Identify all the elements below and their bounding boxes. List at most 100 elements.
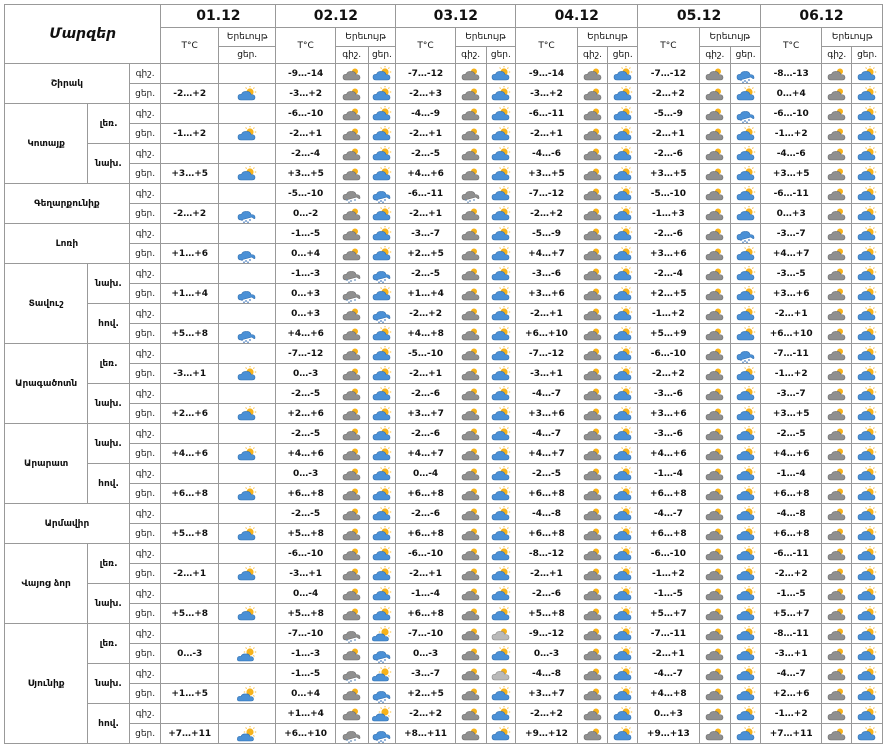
temperature-cell: -2…-5 bbox=[515, 463, 578, 484]
region-name: Սյունիք bbox=[3, 623, 89, 744]
sunny-cloud-icon bbox=[612, 66, 634, 83]
temperature-cell: -1…-5 bbox=[275, 223, 336, 244]
cloudy-icon bbox=[460, 126, 482, 143]
cloudy-icon bbox=[704, 286, 726, 303]
temperature-cell bbox=[160, 103, 219, 124]
temperature-cell: +6…+8 bbox=[759, 483, 823, 504]
temperature-cell: -3…+1 bbox=[759, 643, 823, 664]
sunny-cloud-icon bbox=[612, 626, 634, 643]
sunny-cloud-icon bbox=[371, 466, 393, 483]
temperature-cell: -7…-12 bbox=[395, 63, 456, 84]
cloudy-icon bbox=[460, 626, 482, 643]
temperature-cell bbox=[160, 223, 219, 244]
table-row: ցեր. +6…+8 +6…+8 +6…+8 +6…+8 +6…+8 +6…+8 bbox=[5, 483, 883, 504]
sunny-cloud-icon bbox=[856, 406, 878, 423]
cloudy-icon bbox=[704, 546, 726, 563]
sunny-cloud-icon bbox=[856, 126, 878, 143]
temperature-cell: +3…+5 bbox=[759, 403, 823, 424]
table-row: ցեր. +5…+8 +4…+6 +4…+8 +6…+10 +5…+9 +6…+10 bbox=[5, 323, 883, 344]
night-label: գիշ. bbox=[128, 63, 162, 84]
region-name: Գեղարքունիք bbox=[4, 183, 130, 224]
temperature-cell: -5…-10 bbox=[395, 343, 456, 364]
cloudy-icon bbox=[582, 246, 604, 263]
cloudy-icon bbox=[341, 166, 363, 183]
temperature-cell: -3…-5 bbox=[759, 263, 823, 284]
cloudy-icon bbox=[460, 66, 482, 83]
temperature-cell: 0…-3 bbox=[160, 643, 219, 664]
cloudy-icon bbox=[826, 626, 848, 643]
sunny-cloud-icon bbox=[371, 426, 393, 443]
subregion-name: հով. bbox=[87, 463, 130, 504]
temperature-cell: 0…+4 bbox=[759, 83, 823, 104]
sleet-cloud-icon bbox=[460, 186, 482, 203]
cloudy-icon bbox=[826, 486, 848, 503]
temperature-cell: +4…+8 bbox=[637, 683, 700, 704]
table-row: Արարատ նախ. գիշ. -2…-5 -2…-6 -4…-7 -3…-6 -2…-5 bbox=[3, 423, 883, 504]
temperature-cell: -2…+1 bbox=[515, 123, 578, 144]
cloudy-icon bbox=[341, 226, 363, 243]
night-label: գիշ. bbox=[128, 583, 162, 604]
temperature-cell: 0…+3 bbox=[275, 303, 336, 324]
temperature-cell: +5…+7 bbox=[637, 603, 700, 624]
temperature-cell: +3…+5 bbox=[275, 163, 336, 184]
cloudy-icon bbox=[582, 126, 604, 143]
cloudy-icon bbox=[341, 466, 363, 483]
temperature-cell: -9…-14 bbox=[275, 63, 336, 84]
sunny-cloud-icon bbox=[612, 226, 634, 243]
cloudy-icon bbox=[582, 166, 604, 183]
temperature-cell: +2…+6 bbox=[759, 683, 823, 704]
rain-cloud-icon bbox=[371, 666, 393, 683]
sunny-cloud-icon bbox=[371, 126, 393, 143]
table-row: հով. գիշ. 0…-3 0…-4 -2…-5 -1…-4 -1…-4 bbox=[5, 463, 883, 504]
temperature-cell: -2…-5 bbox=[275, 423, 336, 444]
table-row: ցեր. -2…+2 -3…+2 -2…+3 -3…+2 -2…+2 0…+4 bbox=[5, 83, 883, 104]
temperature-cell bbox=[160, 583, 219, 604]
sunny-cloud-icon bbox=[856, 306, 878, 323]
sunny-cloud-icon bbox=[236, 566, 258, 583]
sunny-cloud-icon bbox=[856, 646, 878, 663]
sunny-cloud-icon bbox=[490, 246, 512, 263]
sunny-cloud-icon bbox=[490, 526, 512, 543]
cloudy-icon bbox=[460, 606, 482, 623]
cloudy-icon bbox=[460, 426, 482, 443]
temperature-cell: 0…-2 bbox=[275, 203, 336, 224]
sunny-cloud-icon bbox=[735, 486, 757, 503]
temperature-cell: -2…+1 bbox=[160, 563, 219, 584]
sunny-cloud-icon bbox=[612, 426, 634, 443]
sunny-cloud-icon bbox=[490, 226, 512, 243]
temperature-cell: -1…+2 bbox=[160, 123, 219, 144]
cloudy-icon bbox=[341, 66, 363, 83]
temperature-cell: +3…+5 bbox=[160, 163, 219, 184]
temperature-cell: -6…-10 bbox=[275, 103, 336, 124]
temperature-cell: +1…+4 bbox=[275, 703, 336, 724]
sunny-cloud-icon bbox=[612, 286, 634, 303]
cloudy-icon bbox=[460, 86, 482, 103]
temperature-cell bbox=[160, 543, 219, 564]
temperature-cell: -7…-12 bbox=[637, 63, 700, 84]
cloudy-icon bbox=[582, 266, 604, 283]
temperature-cell: -2…-6 bbox=[637, 143, 700, 164]
sunny-cloud-icon bbox=[856, 606, 878, 623]
cloudy-icon bbox=[826, 246, 848, 263]
cloudy-icon bbox=[826, 346, 848, 363]
temperature-cell: -1…+2 bbox=[759, 703, 823, 724]
cloudy-icon bbox=[582, 546, 604, 563]
temperature-cell bbox=[160, 383, 219, 404]
sunny-cloud-icon bbox=[612, 686, 634, 703]
day-label: ցեր. bbox=[128, 483, 162, 504]
temperature-header: T°C bbox=[160, 27, 219, 64]
snow-cloud-icon bbox=[735, 106, 757, 123]
temperature-cell: +6…+8 bbox=[515, 483, 578, 504]
day-label: ցեր. bbox=[128, 283, 162, 304]
temperature-cell: -9…-14 bbox=[515, 63, 578, 84]
subregion-name: նախ. bbox=[87, 143, 130, 184]
sunny-cloud-icon bbox=[856, 166, 878, 183]
sunny-cloud-icon bbox=[856, 586, 878, 603]
temperature-cell: +1…+6 bbox=[160, 243, 219, 264]
day-label: ցեր. bbox=[128, 363, 162, 384]
sleet-cloud-icon bbox=[341, 626, 363, 643]
cloudy-icon bbox=[582, 346, 604, 363]
cloudy-icon bbox=[582, 686, 604, 703]
cloudy-icon bbox=[582, 386, 604, 403]
sunny-cloud-icon bbox=[490, 346, 512, 363]
